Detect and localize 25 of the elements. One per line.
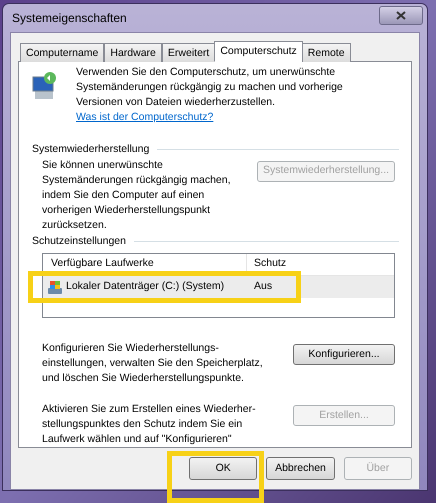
- tab[interactable]: Erweitert: [162, 43, 216, 62]
- restore-text: Sie können unerwünschte Systemänderungen rückgängig machen, indem Sie den Computer auf einen vorherigen Wiederherstellungspunkt zurücksetzen.: [42, 158, 232, 233]
- dialog-button[interactable]: OK: [189, 457, 258, 480]
- drive-row[interactable]: Lokaler Datenträger (C:) (System) Aus: [43, 276, 394, 298]
- protection-status: Aus: [253, 278, 272, 294]
- tab[interactable]: Computerschutz: [214, 41, 303, 62]
- tab[interactable]: Computername: [20, 43, 104, 62]
- configure-text: Konfigurieren Sie Wiederherstellungs-einstellungen, verwalten Sie den Speicherplatz, und löschen Sie Wiederherstellungspunkte.: [42, 341, 264, 386]
- group-title: Systemwiederherstellung: [32, 142, 150, 157]
- column-header[interactable]: Verfügbare Laufwerke: [43, 254, 247, 274]
- drive-icon: [47, 278, 63, 294]
- window-title: Systemeigenschaften: [12, 10, 127, 27]
- tab[interactable]: Remote: [302, 43, 351, 62]
- close-button[interactable]: [379, 6, 423, 24]
- dialog-button[interactable]: Konfigurieren...: [293, 344, 395, 365]
- close-icon: [396, 10, 406, 20]
- computer-icon: [32, 71, 58, 101]
- help-link[interactable]: Was ist der Computerschutz?: [76, 111, 214, 123]
- dialog-button[interactable]: Abbrechen: [266, 457, 335, 480]
- column-header[interactable]: Schutz: [247, 256, 394, 272]
- drive-name: Lokaler Datenträger (C:) (System): [66, 278, 224, 294]
- group-title: Schutzeinstellungen: [32, 234, 126, 249]
- create-text: Aktivieren Sie zum Erstellen eines Wiederher-stellungspunktes den Schutz indem Sie ein Laufwerk wählen und auf "Konfigurieren": [42, 402, 257, 447]
- intro-text: Verwenden Sie den Computerschutz, um unerwünschte Systemänderungen rückgängig zu machen und vorherige Versionen von Dateien wiederherzustellen. Was ist der Computerschutz?: [76, 65, 344, 125]
- tab[interactable]: Hardware: [104, 43, 162, 62]
